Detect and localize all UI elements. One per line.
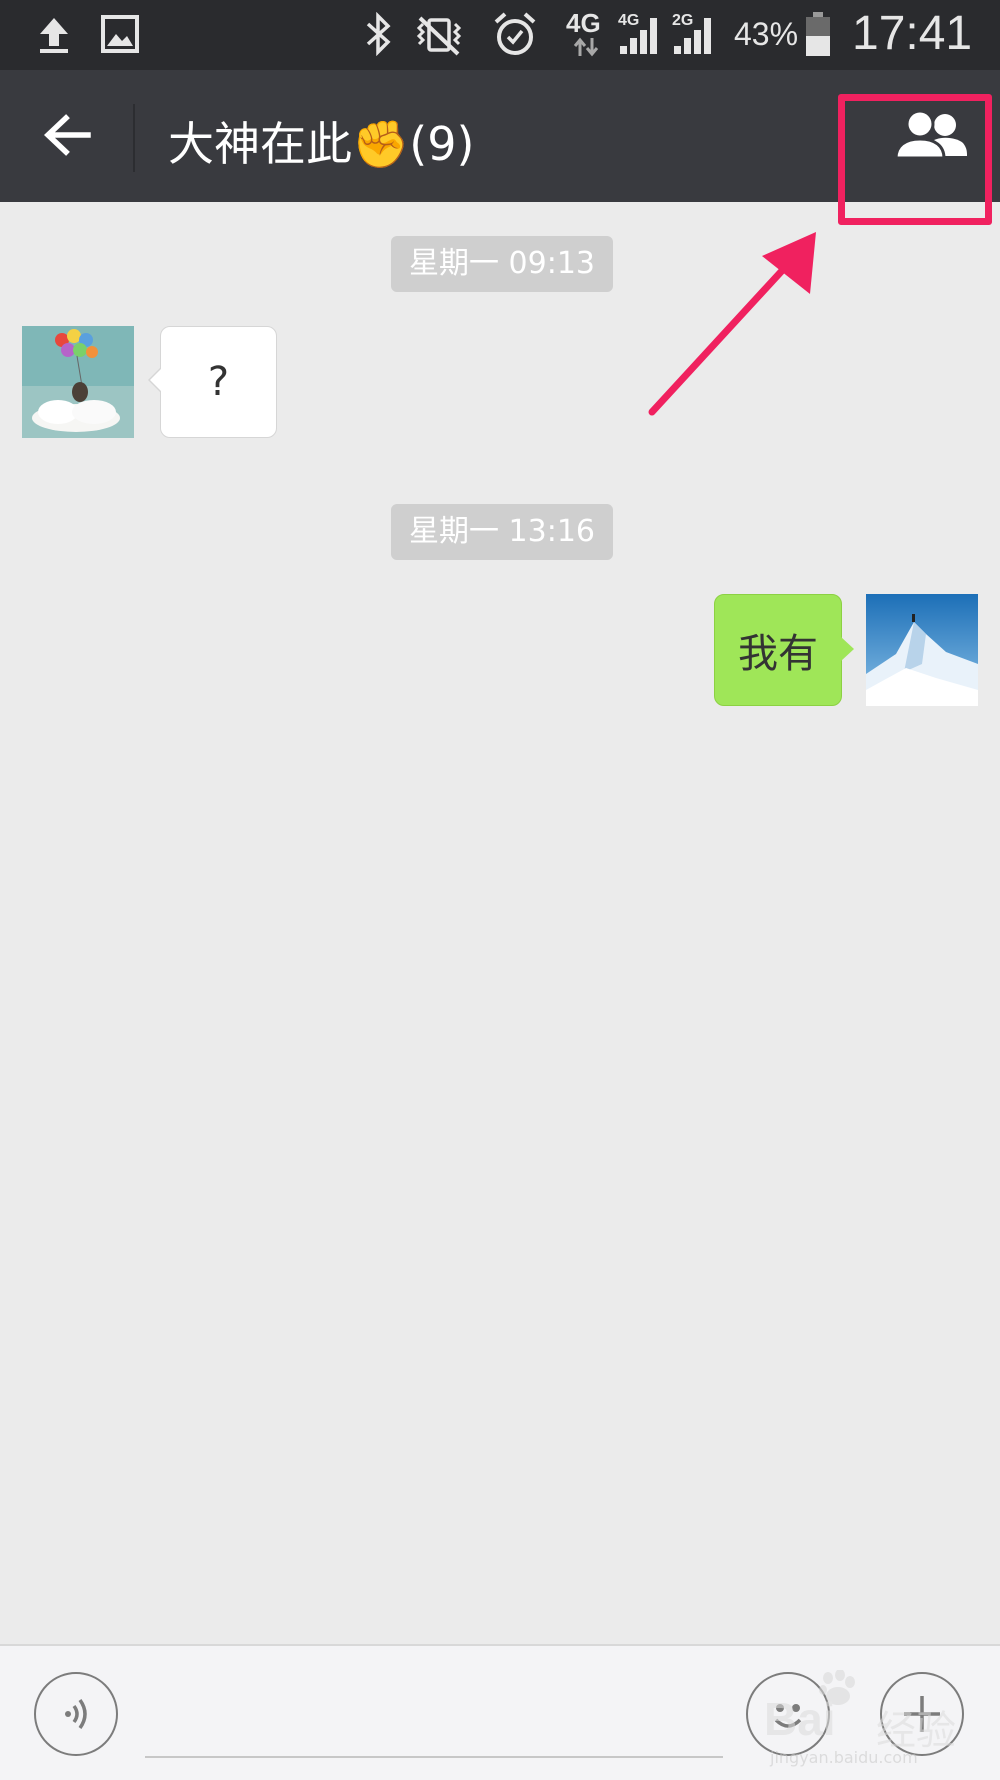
gallery-icon: [101, 15, 139, 53]
voice-button[interactable]: [34, 1672, 118, 1756]
status-bar: 4G 4G 2G 43% 17:41: [0, 0, 1000, 70]
outgoing-message-text: 我有: [738, 631, 818, 677]
data-transfer-icon: [573, 37, 599, 57]
alarm-icon: [494, 12, 536, 55]
clock: 17:41: [852, 7, 973, 60]
outgoing-message-bubble[interactable]: 我有: [714, 594, 854, 706]
message-list[interactable]: 星期一 09:13 ? 星期一 13:16 我有: [0, 202, 1000, 1644]
signal-icon: [620, 18, 657, 54]
message-input[interactable]: [145, 1756, 723, 1758]
pointer-arrow-icon: [648, 232, 816, 416]
emoji-button[interactable]: [746, 1672, 830, 1756]
header-divider: [133, 104, 135, 172]
incoming-message-text: ?: [207, 359, 230, 405]
voice-icon: [65, 1698, 87, 1730]
emoji-icon: [774, 1704, 802, 1728]
group-chat-title: 大神在此✊(9): [168, 117, 475, 171]
more-options-button[interactable]: [880, 1672, 964, 1756]
timestamp: 星期一 09:13: [391, 236, 613, 292]
battery-percent: 43%: [734, 16, 799, 52]
bluetooth-icon: [366, 12, 391, 56]
timestamp: 星期一 13:16: [391, 504, 613, 560]
input-bar: [0, 1644, 1000, 1780]
vibrate-mute-icon: [416, 16, 462, 56]
balloon-avatar[interactable]: [22, 326, 134, 438]
battery-icon: [806, 12, 830, 56]
highlight-box: [838, 94, 992, 225]
incoming-message-bubble[interactable]: ?: [148, 326, 277, 438]
network-type-4g: 4G: [566, 8, 601, 38]
plus-icon: [904, 1696, 940, 1732]
signal-2g-icon: [674, 18, 711, 54]
mountain-avatar[interactable]: [866, 594, 978, 706]
upload-icon: [40, 18, 68, 53]
back-arrow-icon[interactable]: [42, 112, 92, 158]
